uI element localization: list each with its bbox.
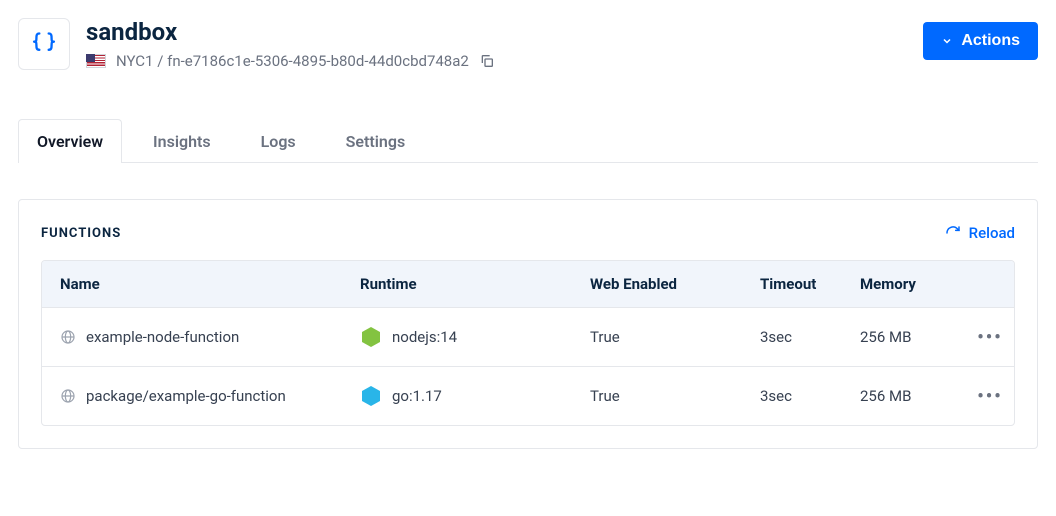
tab-logs[interactable]: Logs — [242, 119, 315, 163]
globe-icon — [60, 388, 76, 404]
functions-table: Name Runtime Web Enabled Timeout Memory — [41, 260, 1015, 426]
page-header: sandbox NYC1 / fn-e7186c1e-5306-4895-b80… — [18, 18, 1038, 70]
runtime-label: nodejs:14 — [392, 328, 457, 346]
reload-button[interactable]: Reload — [945, 224, 1015, 242]
reload-label: Reload — [969, 224, 1015, 242]
col-name: Name — [60, 275, 360, 293]
timeout-value: 3sec — [760, 328, 860, 346]
col-memory: Memory — [860, 275, 960, 293]
reload-icon — [945, 225, 961, 241]
page-title: sandbox — [86, 18, 907, 46]
memory-value: 256 MB — [860, 387, 960, 405]
table-header-row: Name Runtime Web Enabled Timeout Memory — [42, 261, 1014, 307]
tab-bar: Overview Insights Logs Settings — [18, 118, 1038, 163]
timeout-value: 3sec — [760, 387, 860, 405]
region-label: NYC1 — [116, 52, 154, 70]
row-more-icon[interactable]: ••• — [960, 386, 1015, 407]
functions-section-title: FUNCTIONS — [41, 226, 121, 241]
actions-button[interactable]: Actions — [923, 22, 1038, 60]
table-row: package/example-go-function go:1.17 True… — [42, 366, 1014, 425]
runtime-label: go:1.17 — [392, 387, 442, 405]
function-name[interactable]: package/example-go-function — [86, 387, 286, 405]
web-enabled-value: True — [590, 328, 760, 346]
tab-overview[interactable]: Overview — [18, 119, 122, 163]
breadcrumb-separator: / — [154, 52, 168, 70]
col-runtime: Runtime — [360, 275, 590, 293]
resource-subline: NYC1 / fn-e7186c1e-5306-4895-b80d-44d0cb… — [86, 52, 907, 70]
tab-settings[interactable]: Settings — [327, 119, 425, 163]
us-flag-icon — [86, 54, 106, 68]
go-icon — [360, 385, 382, 407]
nodejs-icon — [360, 326, 382, 348]
col-actions — [960, 275, 1015, 293]
memory-value: 256 MB — [860, 328, 960, 346]
table-row: example-node-function nodejs:14 True 3se… — [42, 307, 1014, 366]
tab-insights[interactable]: Insights — [134, 119, 230, 163]
actions-button-label: Actions — [961, 32, 1020, 50]
chevron-down-icon — [941, 35, 953, 47]
web-enabled-value: True — [590, 387, 760, 405]
copy-icon[interactable] — [479, 53, 495, 69]
col-timeout: Timeout — [760, 275, 860, 293]
resource-id: fn-e7186c1e-5306-4895-b80d-44d0cbd748a2 — [167, 52, 469, 70]
function-name[interactable]: example-node-function — [86, 328, 239, 346]
globe-icon — [60, 329, 76, 345]
col-web-enabled: Web Enabled — [590, 275, 760, 293]
row-more-icon[interactable]: ••• — [960, 327, 1015, 348]
functions-card: FUNCTIONS Reload Name Runtime Web Enable… — [18, 199, 1038, 449]
breadcrumb: NYC1 / fn-e7186c1e-5306-4895-b80d-44d0cb… — [116, 52, 469, 70]
function-app-icon — [18, 18, 70, 70]
